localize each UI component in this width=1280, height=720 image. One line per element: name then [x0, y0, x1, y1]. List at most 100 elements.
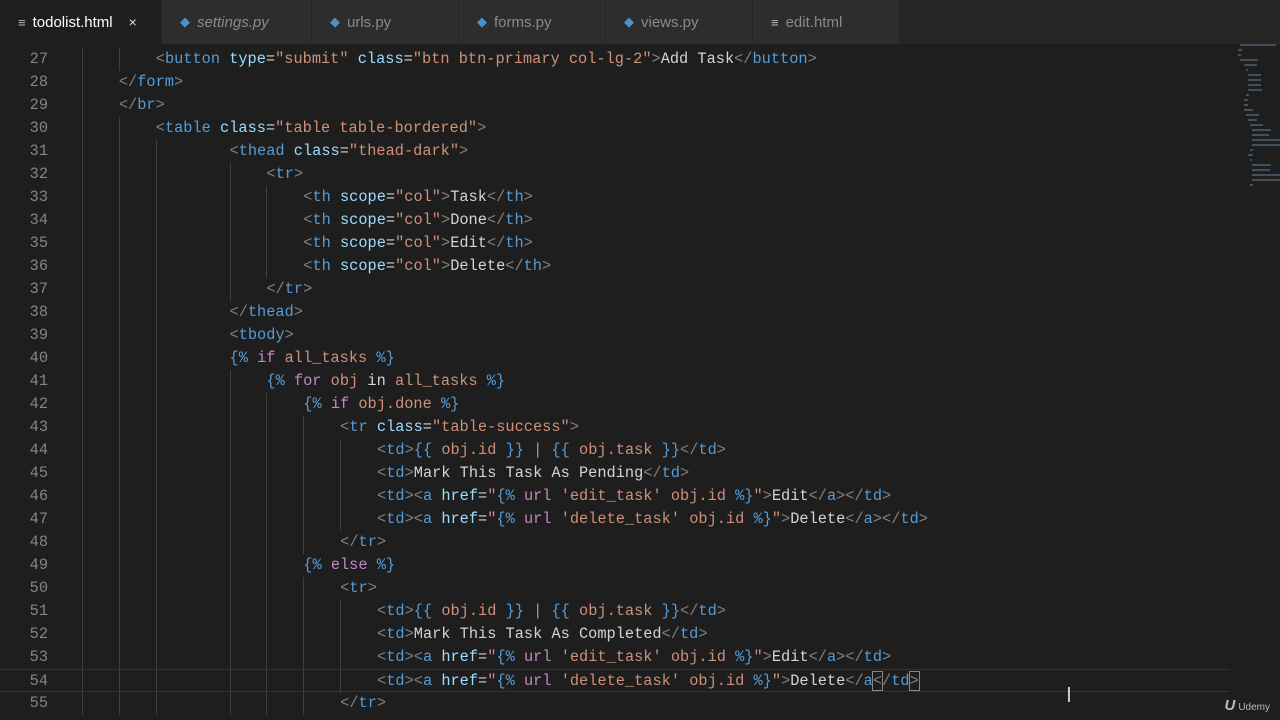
code-line[interactable]: 40 {% if all_tasks %}	[0, 347, 1230, 370]
code-token: </	[340, 694, 359, 712]
code-line[interactable]: 45 <td>Mark This Task As Pending</td>	[0, 462, 1230, 485]
code-text: </br>	[119, 94, 165, 117]
indent-guide	[266, 232, 268, 255]
code-token: >	[293, 303, 303, 321]
code-token: ><	[404, 487, 423, 505]
code-line[interactable]: 51 <td>{{ obj.id }} | {{ obj.task }}</td>	[0, 600, 1230, 623]
code-token: td	[386, 672, 405, 690]
tab-urls-py[interactable]: ◆ urls.py	[312, 0, 459, 44]
code-line[interactable]: 55 </tr>	[0, 692, 1230, 715]
code-line[interactable]: 29 </br>	[0, 94, 1230, 117]
code-editor[interactable]: 27 <button type="submit" class="btn btn-p…	[0, 44, 1230, 720]
indent-guide	[229, 462, 231, 485]
code-token: obj	[330, 372, 359, 390]
code-token: href	[441, 672, 479, 690]
minimap-line	[1248, 154, 1253, 156]
code-token: >	[293, 165, 304, 183]
code-line[interactable]: 27 <button type="submit" class="btn btn-p…	[0, 48, 1230, 71]
indent-guide	[155, 462, 157, 485]
code-line[interactable]: 38 </thead>	[0, 301, 1230, 324]
indent-guide	[82, 670, 83, 693]
tab-views-py[interactable]: ◆ views.py	[606, 0, 753, 44]
code-line[interactable]: 47 <td><a href="{% url 'delete_task' obj.…	[0, 508, 1230, 531]
indent-guide	[340, 623, 342, 646]
code-token: tr	[349, 418, 368, 436]
code-token: %}	[440, 395, 460, 413]
code-token: <	[377, 441, 387, 459]
indent-guide	[82, 324, 83, 347]
code-line[interactable]: 46 <td><a href="{% url 'edit_task' obj.id…	[0, 485, 1230, 508]
code-line[interactable]: 41 {% for obj in all_tasks %}	[0, 370, 1230, 393]
code-line[interactable]: 43 <tr class="table-success">	[0, 416, 1230, 439]
code-token: </	[118, 96, 138, 114]
close-tab-icon[interactable]: ×	[129, 14, 137, 30]
code-token: td	[863, 648, 883, 666]
line-number: 48	[29, 533, 48, 551]
tab-forms-py[interactable]: ◆ forms.py	[459, 0, 606, 44]
indent-guide	[303, 439, 305, 462]
minimap[interactable]	[1232, 44, 1280, 204]
indent-guide	[229, 209, 231, 232]
code-token: >	[918, 510, 928, 528]
minimap-line	[1252, 144, 1280, 146]
code-line[interactable]: 39 <tbody>	[0, 324, 1230, 347]
code-token: >	[367, 579, 377, 597]
indent-guide	[155, 140, 157, 163]
code-token: Delete	[790, 672, 846, 690]
code-line[interactable]: 44 <td>{{ obj.id }} | {{ obj.task }}</td>	[0, 439, 1230, 462]
code-token: </	[680, 441, 699, 459]
code-line[interactable]: 48 </tr>	[0, 531, 1230, 554]
code-line[interactable]: 50 <tr>	[0, 577, 1230, 600]
code-line[interactable]: 33 <th scope="col">Task</th>	[0, 186, 1230, 209]
code-token: {%	[303, 395, 322, 413]
code-line[interactable]: 31 <thead class="thead-dark">	[0, 140, 1230, 163]
indent-guide	[118, 393, 120, 416]
code-token: obj.task	[579, 602, 653, 620]
tab-edit-html[interactable]: ≡ edit.html	[753, 0, 900, 44]
code-line[interactable]: 34 <th scope="col">Done</th>	[0, 209, 1230, 232]
code-line[interactable]: 37 </tr>	[0, 278, 1230, 301]
code-token: class	[376, 418, 423, 436]
code-token: th	[505, 234, 524, 252]
code-line[interactable]: 32 <tr>	[0, 163, 1230, 186]
code-line[interactable]: 52 <td>Mark This Task As Completed</td>	[0, 623, 1230, 646]
code-line[interactable]: 54 <td><a href="{% url 'delete_task' obj.…	[0, 669, 1230, 693]
code-token: "thead-dark"	[348, 142, 460, 160]
code-token: "col"	[395, 211, 441, 229]
indent-guide	[82, 508, 83, 531]
code-text: </form>	[119, 71, 183, 94]
code-token: <	[155, 119, 165, 137]
tab-settings-py[interactable]: ◆ settings.py	[162, 0, 312, 44]
indent-guide	[303, 462, 305, 485]
code-line[interactable]: 49 {% else %}	[0, 554, 1230, 577]
code-text: <td>Mark This Task As Pending</td>	[377, 462, 689, 485]
python-icon: ◆	[180, 14, 190, 29]
code-token: {%	[303, 556, 322, 574]
code-token: url	[523, 487, 552, 505]
code-token: %}	[735, 648, 754, 666]
indent-guide	[82, 209, 83, 232]
code-token: <	[377, 510, 387, 528]
code-line[interactable]: 42 {% if obj.done %}	[0, 393, 1230, 416]
code-token: td	[386, 602, 405, 620]
indent-guide	[340, 646, 342, 669]
tab-todolist-html[interactable]: ≡ todolist.html ×	[0, 0, 162, 44]
code-line[interactable]: 36 <th scope="col">Delete</th>	[0, 255, 1230, 278]
indent-guide	[266, 462, 268, 485]
code-text: <td><a href="{% url 'delete_task' obj.id…	[377, 670, 920, 693]
code-token: "table-success"	[431, 418, 570, 436]
code-token: >	[882, 648, 892, 666]
code-line[interactable]: 53 <td><a href="{% url 'edit_task' obj.id…	[0, 646, 1230, 669]
code-line[interactable]: 28 </form>	[0, 71, 1230, 94]
code-line[interactable]: 35 <th scope="col">Edit</th>	[0, 232, 1230, 255]
code-token: {%	[496, 672, 515, 690]
code-line[interactable]: 30 <table class="table table-bordered">	[0, 117, 1230, 140]
